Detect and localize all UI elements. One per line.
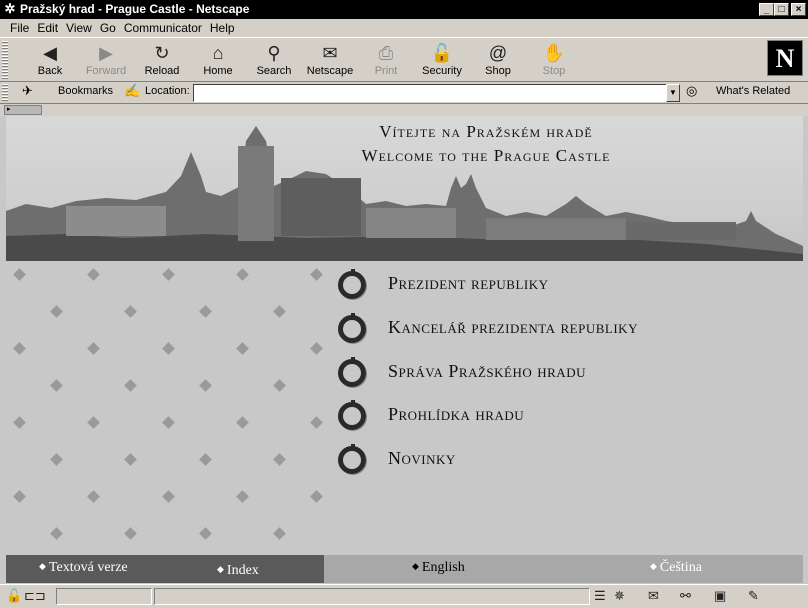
diamond-icon: ◆ [650,561,657,571]
location-toolbar: ✈ Bookmarks ✍ Location: ▼ ◎ What's Relat… [0,82,808,104]
status-bar: 🔓 ⊏⊐ ☰ ✵ ✉ ⚯ ▣ ✎ [0,584,808,608]
banner-title-english: Welcome to the Prague Castle [361,146,611,165]
reload-icon: ↻ [154,43,170,63]
footer-nav: ◆ Textová verze ◆ Index ◆ English ◆ Čeština [6,555,803,583]
connection-status-icon: ⊏⊐ [24,588,46,603]
maximize-button[interactable]: □ [774,3,789,16]
netscape-icon: ✉ [322,43,338,63]
lock-icon: 🔓 [430,43,454,63]
forward-button[interactable]: ▶ Forward [76,40,136,80]
composer-icon[interactable]: ▣ [714,588,726,604]
print-icon: ⎙ [378,43,394,63]
minimize-button[interactable]: _ [759,3,774,16]
netscape-logo[interactable]: N [767,40,803,76]
edit-icon[interactable]: ✎ [748,588,759,604]
tab-strip: ▸ [0,104,808,116]
ring-bullet-icon [338,313,366,343]
search-icon: ⚲ [267,43,281,63]
stop-icon: ✋ [542,43,566,63]
ring-bullet-icon [338,357,366,387]
netscape-app-icon[interactable]: ✲ [3,2,17,16]
menu-edit[interactable]: Edit [33,19,62,37]
menu-go[interactable]: Go [96,19,120,37]
close-button[interactable]: × [791,3,806,16]
menu-view[interactable]: View [62,19,96,37]
bookmarks-icon[interactable]: ✈ [22,83,33,99]
whats-related-icon[interactable]: ◎ [686,83,697,99]
diamond-icon: ◆ [39,561,46,571]
location-dropdown[interactable]: ▼ [666,84,680,102]
menu-communicator[interactable]: Communicator [120,19,206,37]
progress-field [56,588,152,605]
print-button[interactable]: ⎙ Print [356,40,416,80]
reload-button[interactable]: ↻ Reload [132,40,192,80]
navigator-icon[interactable]: ✵ [614,588,625,604]
ring-bullet-icon [338,444,366,474]
shop-icon: @ [488,43,508,63]
mail-icon[interactable]: ✉ [648,588,659,604]
location-input[interactable] [193,84,668,102]
footer-index-link[interactable]: ◆ Index [217,563,259,579]
banner-title-czech: Vítejte na Pražském hradě [379,122,593,141]
ring-bullet-icon [338,269,366,299]
netscape-button[interactable]: ✉ Netscape [300,40,360,80]
home-icon: ⌂ [212,43,224,63]
search-button[interactable]: ⚲ Search [244,40,304,80]
diamond-icon: ◆ [217,564,224,574]
menu-help[interactable]: Help [206,19,239,37]
toolbar-grip[interactable] [2,41,8,79]
castle-banner: Vítejte na Pražském hradě Welcome to the… [6,116,803,261]
collapse-toolbar-tab[interactable]: ▸ [4,105,42,115]
menu-file[interactable]: File [6,19,33,37]
task-bar-grip-icon[interactable]: ☰ [594,588,606,604]
bookmarks-button[interactable]: Bookmarks [58,85,113,97]
window-title: Pražský hrad - Prague Castle - Netscape [20,2,250,16]
security-status-icon[interactable]: 🔓 [6,588,22,604]
ring-bullet-icon [338,400,366,430]
footer-english-link[interactable]: ◆ English [412,560,465,576]
status-text-field [154,588,590,605]
security-button[interactable]: 🔓 Security [412,40,472,80]
location-icon: ✍ [124,83,141,98]
shop-button[interactable]: @ Shop [468,40,528,80]
groups-icon[interactable]: ⚯ [680,588,691,604]
whats-related-button[interactable]: What's Related [716,85,790,97]
window-titlebar: ✲ Pražský hrad - Prague Castle - Netscap… [0,0,808,19]
page-content: Vítejte na Pražském hradě Welcome to the… [6,116,803,583]
back-button[interactable]: ◀ Back [20,40,80,80]
navigation-toolbar: ◀ Back ▶ Forward ↻ Reload ⌂ Home ⚲ Search ✉ Ne… [0,37,808,82]
diamond-icon: ◆ [412,561,419,571]
footer-text-version-link[interactable]: ◆ Textová verze [39,560,128,576]
location-grip[interactable] [2,84,8,102]
diamond-pattern [6,261,326,556]
stop-button[interactable]: ✋ Stop [524,40,584,80]
home-button[interactable]: ⌂ Home [188,40,248,80]
location-label: Location: [145,85,190,97]
forward-icon: ▶ [99,43,113,63]
menu-bar: File Edit View Go Communicator Help [0,19,808,37]
footer-czech-link[interactable]: ◆ Čeština [650,560,702,576]
back-icon: ◀ [43,43,57,63]
